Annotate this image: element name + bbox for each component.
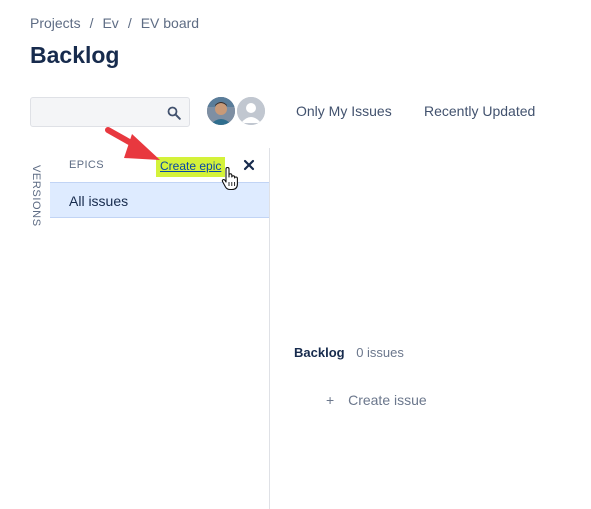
user-photo-icon xyxy=(207,97,235,125)
create-issue-button[interactable]: + Create issue xyxy=(326,392,427,408)
quick-filter-recently-updated[interactable]: Recently Updated xyxy=(424,103,535,119)
breadcrumb-projects[interactable]: Projects xyxy=(30,15,81,31)
versions-tab-label: VERSIONS xyxy=(30,165,42,227)
backlog-name: Backlog xyxy=(294,345,345,360)
quick-filter-only-my-issues[interactable]: Only My Issues xyxy=(296,103,392,119)
search-icon[interactable] xyxy=(167,106,181,120)
breadcrumb-project-ev[interactable]: Ev xyxy=(102,15,118,31)
hand-pointer-icon xyxy=(221,167,238,191)
create-epic-link[interactable]: Create epic xyxy=(156,157,226,177)
unassigned-avatar[interactable] xyxy=(235,95,267,127)
backlog-section-header: Backlog 0 issues xyxy=(294,345,404,360)
breadcrumb-separator: / xyxy=(127,15,132,31)
all-issues-label: All issues xyxy=(69,193,129,209)
search-input[interactable] xyxy=(31,98,189,126)
epics-title: EPICS xyxy=(69,159,105,171)
create-issue-label: Create issue xyxy=(348,392,427,408)
backlog-issue-count: 0 issues xyxy=(356,345,404,360)
user-avatar[interactable] xyxy=(205,95,237,127)
breadcrumb: Projects / Ev / EV board xyxy=(30,15,199,31)
person-icon xyxy=(237,97,265,125)
search-box xyxy=(30,97,190,127)
versions-tab[interactable]: VERSIONS xyxy=(30,165,50,227)
page-title: Backlog xyxy=(30,42,120,68)
close-icon[interactable] xyxy=(242,158,256,172)
assignee-avatars xyxy=(205,95,271,129)
plus-icon: + xyxy=(326,392,335,408)
red-arrow-annotation xyxy=(105,127,160,160)
epics-panel: EPICS Create epic All issues xyxy=(50,148,270,509)
breadcrumb-separator: / xyxy=(89,15,94,31)
breadcrumb-board[interactable]: EV board xyxy=(141,15,199,31)
